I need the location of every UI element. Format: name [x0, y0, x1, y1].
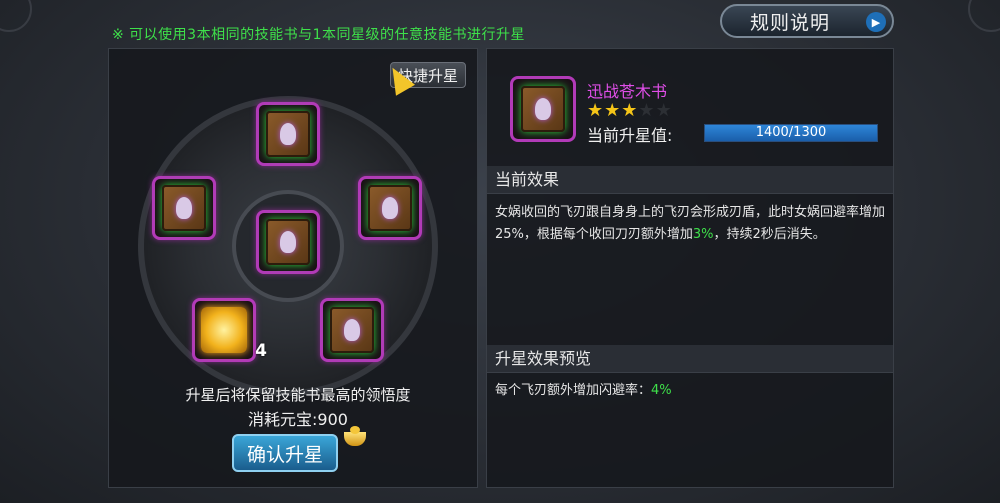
skill-book-icon — [266, 111, 310, 157]
progress-text: 1400/1300 — [755, 125, 827, 140]
corner-ornament — [0, 0, 32, 32]
corner-ornament — [968, 0, 1000, 32]
star-progress-bar: 1400/1300 — [704, 124, 878, 142]
skill-book-slot-right[interactable] — [358, 176, 422, 240]
star-rating: ★★★★★ — [587, 100, 673, 121]
skill-book-slot-left[interactable] — [152, 176, 216, 240]
keep-note: 升星后将保留技能书最高的领悟度 — [185, 386, 411, 404]
material-slot[interactable]: 4 — [192, 298, 267, 362]
skill-book-preview — [510, 76, 576, 142]
rules-button[interactable]: 规则说明 ▶ — [720, 4, 894, 38]
preview-effect-text: 每个飞刃额外增加闪避率：4% — [495, 380, 887, 402]
skill-book-slot-bottom-right[interactable] — [320, 298, 384, 362]
current-effect-heading: 当前效果 — [487, 166, 893, 194]
upgrade-tip: ※ 可以使用3本相同的技能书与1本同星级的任意技能书进行升星 — [112, 27, 525, 43]
preview-effect-heading: 升星效果预览 — [487, 345, 893, 373]
confirm-star-button[interactable]: 确认升星 — [232, 434, 338, 472]
skill-book-slot-center[interactable] — [256, 210, 320, 274]
skill-book-icon — [330, 307, 374, 353]
skill-book-icon — [521, 86, 565, 132]
progress-label: 当前升星值: — [587, 126, 673, 145]
cost-label: 消耗元宝:900 — [248, 410, 348, 429]
skill-book-icon — [162, 185, 206, 231]
play-arrow-icon: ▶ — [866, 12, 886, 32]
current-effect-text-b: ，持续2秒后消失。 — [713, 227, 826, 242]
skill-book-icon — [266, 219, 310, 265]
skill-book-icon — [368, 185, 412, 231]
material-count: 4 — [255, 341, 267, 361]
current-effect-text: 女娲收回的飞刃跟自身身上的飞刃会形成刃盾，此时女娲回避率增加25%，根据每个收回… — [495, 202, 887, 246]
current-effect-highlight: 3% — [692, 227, 714, 242]
gold-scroll-icon — [201, 307, 247, 353]
star-filled-icon: ★ — [604, 100, 622, 121]
star-filled-icon: ★ — [587, 100, 605, 121]
current-effect-text-a: 女娲收回的飞刃跟自身身上的飞刃会形成刃盾，此时女娲回避率增加25%，根据每个收回… — [495, 205, 886, 242]
skill-book-slot-top[interactable] — [256, 102, 320, 166]
star-empty-icon: ★ — [638, 100, 656, 121]
preview-effect-highlight: 4% — [651, 383, 672, 398]
preview-effect-text-a: 每个飞刃额外增加闪避率： — [495, 383, 652, 398]
star-filled-icon: ★ — [621, 100, 639, 121]
skill-name: 迅战苍木书 — [587, 82, 668, 101]
star-empty-icon: ★ — [655, 100, 673, 121]
rules-button-label: 规则说明 — [750, 11, 831, 34]
